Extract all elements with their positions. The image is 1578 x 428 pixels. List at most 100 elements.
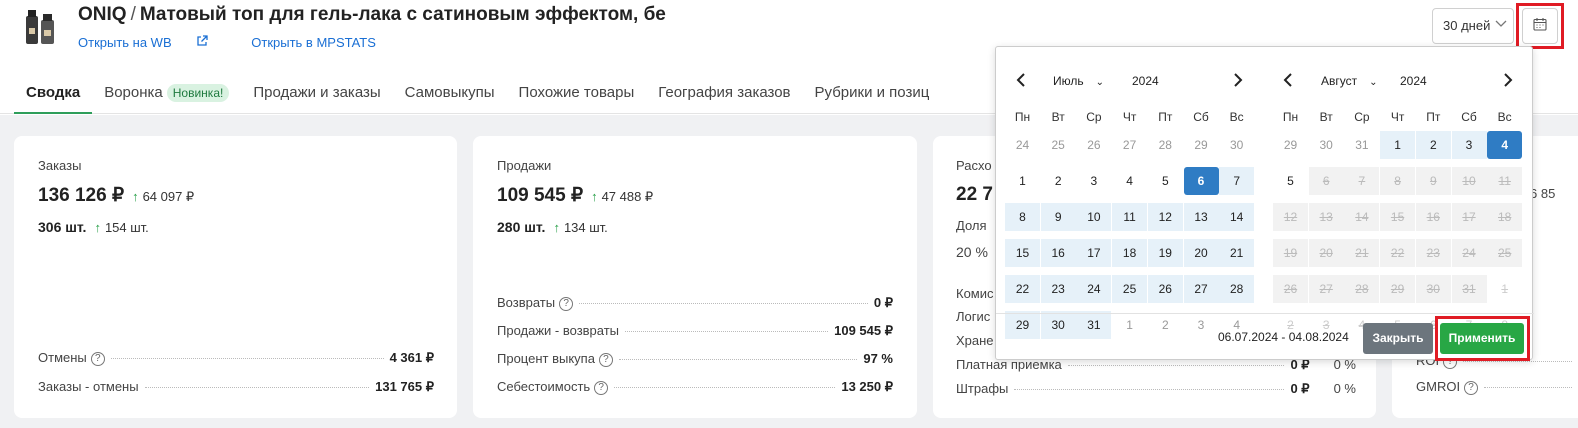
left-day-cell[interactable]: 31 [1076, 311, 1112, 339]
left-day-cell[interactable]: 17 [1076, 239, 1112, 267]
cost-label-text: Себестоимость [497, 379, 591, 394]
tab-summary[interactable]: Сводка [14, 76, 93, 114]
sales-title: Продажи [497, 158, 552, 173]
open-on-wb-label: Открыть на WB [78, 35, 172, 50]
left-day-cell[interactable]: 24 [1005, 131, 1040, 159]
left-day-cell[interactable]: 5 [1148, 167, 1183, 195]
open-on-wb-link[interactable]: Открыть на WB [78, 35, 228, 50]
left-day-cell[interactable]: 19 [1147, 239, 1183, 267]
cancellations-label: Отмены? [38, 350, 105, 366]
left-day-cell[interactable]: 14 [1219, 203, 1255, 231]
right-day-cell[interactable]: 31 [1344, 131, 1379, 159]
left-day-cell[interactable]: 20 [1183, 239, 1219, 267]
right-day-cell[interactable]: 2 [1415, 131, 1451, 159]
sales-card: Продажи 109 545 ₽ ↑ 47 488 ₽ 280 шт. ↑ 134 ш… [473, 136, 917, 418]
help-icon[interactable]: ? [559, 297, 574, 311]
buyout-percent-label: Процент выкупа? [497, 351, 613, 367]
left-day-cell[interactable]: 9 [1040, 203, 1076, 231]
left-day-cell[interactable]: 26 [1076, 131, 1111, 159]
right-day-cell[interactable]: 30 [1309, 131, 1344, 159]
tab-order-geography[interactable]: География заказов [646, 76, 802, 114]
tab-similar-products[interactable]: Похожие товары [507, 76, 647, 114]
left-day-cell[interactable]: 29 [1005, 311, 1040, 339]
left-day-cell[interactable]: 24 [1076, 275, 1112, 303]
help-icon[interactable]: ? [1464, 381, 1479, 395]
left-day-cell[interactable]: 29 [1184, 131, 1219, 159]
left-day-cell[interactable]: 30 [1219, 131, 1254, 159]
fines-label: Штрафы [956, 381, 1009, 396]
left-day-cell[interactable]: 27 [1183, 275, 1219, 303]
tab-order-geography-label: География заказов [658, 84, 791, 101]
external-link-icon [196, 35, 208, 50]
left-day-cell[interactable]: 3 [1184, 311, 1219, 339]
left-day-cell[interactable]: 15 [1005, 239, 1040, 267]
right-day-cell[interactable]: 3 [1451, 131, 1487, 159]
right-weekday-header: Ср [1354, 110, 1370, 124]
left-day-cell[interactable]: 28 [1219, 275, 1255, 303]
buyout-percent-value: 97 % [863, 351, 893, 366]
left-day-cell[interactable]: 12 [1147, 203, 1183, 231]
tab-categories-positions[interactable]: Рубрики и позиц [803, 76, 942, 114]
right-month-label: Август [1321, 74, 1358, 88]
left-day-cell[interactable]: 16 [1040, 239, 1076, 267]
left-month-select[interactable]: Июль ⌄ [1053, 74, 1104, 88]
left-day-cell[interactable]: 22 [1005, 275, 1040, 303]
left-day-cell[interactable]: 28 [1148, 131, 1183, 159]
next-month-button-left[interactable] [1233, 71, 1243, 92]
left-weekday-header: Вс [1229, 110, 1244, 124]
chevron-down-icon: ⌄ [1095, 77, 1105, 88]
page-title: ONIQ / Матовый топ для гель-лака с сатинов… [78, 4, 666, 26]
left-day-cell[interactable]: 25 [1112, 275, 1148, 303]
prev-month-button-right[interactable] [1283, 71, 1293, 92]
right-weekday-header: Сб [1461, 110, 1477, 124]
right-day-cell[interactable]: 1 [1380, 131, 1416, 159]
left-day-cell[interactable]: 2 [1041, 167, 1076, 195]
left-day-cell[interactable]: 6 [1183, 167, 1219, 195]
left-day-cell[interactable]: 4 [1112, 167, 1147, 195]
help-icon[interactable]: ? [598, 353, 613, 367]
open-in-mpstats-link[interactable]: Открыть в MPSTATS [251, 35, 376, 50]
right-day-cell: 20 [1308, 239, 1344, 267]
left-day-cell[interactable]: 21 [1219, 239, 1255, 267]
left-day-cell[interactable]: 13 [1183, 203, 1219, 231]
period-select[interactable]: 30 дней [1432, 8, 1514, 44]
left-day-cell[interactable]: 30 [1040, 311, 1076, 339]
help-icon[interactable]: ? [594, 381, 609, 395]
right-day-cell: 29 [1380, 275, 1416, 303]
left-year-label[interactable]: 2024 [1132, 74, 1159, 88]
chevron-left-icon [1016, 71, 1026, 91]
right-month-select[interactable]: Август ⌄ [1321, 74, 1378, 88]
tab-sales-orders[interactable]: Продажи и заказы [241, 76, 392, 114]
left-day-cell[interactable]: 7 [1219, 167, 1255, 195]
left-day-cell[interactable]: 23 [1040, 275, 1076, 303]
left-day-cell[interactable]: 27 [1112, 131, 1147, 159]
close-button[interactable]: Закрыть [1363, 323, 1433, 354]
left-day-cell[interactable]: 2 [1148, 311, 1183, 339]
left-day-cell[interactable]: 1 [1005, 167, 1040, 195]
right-day-cell[interactable]: 5 [1273, 167, 1308, 195]
chevron-right-icon [1503, 71, 1513, 91]
left-day-cell[interactable]: 10 [1076, 203, 1112, 231]
left-day-cell[interactable]: 1 [1112, 311, 1147, 339]
left-day-cell[interactable]: 3 [1076, 167, 1111, 195]
fines-pct: 0 % [1333, 381, 1356, 396]
right-day-cell: 9 [1415, 167, 1451, 195]
right-year-label[interactable]: 2024 [1400, 74, 1427, 88]
right-day-cell[interactable]: 4 [1487, 131, 1523, 159]
orders-amount-delta-value: 64 097 ₽ [142, 189, 195, 204]
left-day-cell[interactable]: 8 [1005, 203, 1040, 231]
right-day-cell: 1 [1501, 282, 1509, 296]
buyout-percent-row: Процент выкупа? 97 % [497, 351, 893, 367]
next-month-button[interactable] [1503, 71, 1513, 92]
dotted-leader [1067, 365, 1285, 366]
tab-funnel[interactable]: Воронка Новинка! [92, 76, 241, 114]
help-icon[interactable]: ? [90, 352, 105, 366]
left-day-cell[interactable]: 18 [1112, 239, 1148, 267]
brand-name[interactable]: ONIQ [78, 4, 127, 25]
prev-month-button[interactable] [1016, 71, 1026, 92]
left-day-cell[interactable]: 11 [1112, 203, 1148, 231]
left-day-cell[interactable]: 25 [1041, 131, 1076, 159]
tab-self-buyouts[interactable]: Самовыкупы [393, 76, 507, 114]
right-day-cell[interactable]: 29 [1273, 131, 1308, 159]
left-day-cell[interactable]: 26 [1147, 275, 1183, 303]
